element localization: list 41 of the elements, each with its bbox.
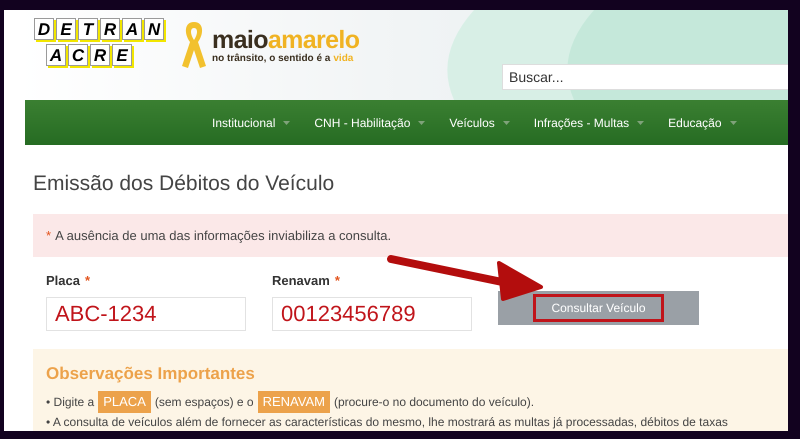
nav-item[interactable]: Infrações - Multas (534, 114, 630, 132)
notes-title: Observações Importantes (46, 362, 256, 384)
logo-letter: E (112, 44, 132, 66)
note-text: (sem espaços) e o (154, 394, 254, 411)
search-field[interactable]: Buscar... (502, 64, 788, 90)
logo-letter: R (90, 44, 110, 66)
page-title: Emissão dos Débitos do Veículo (33, 173, 336, 194)
logo-letter: T (78, 18, 98, 40)
campaign-tagline: no trânsito, o sentido é a (212, 54, 330, 64)
required-mark: * (46, 226, 52, 245)
logo-letter: A (122, 18, 142, 40)
logo-letter: N (144, 18, 164, 40)
campaign-word: amarelo (268, 28, 360, 53)
caret-icon (637, 120, 644, 124)
text-field[interactable]: ABC-1234 (46, 296, 246, 330)
nav-item[interactable]: Veículos (449, 114, 495, 132)
nav-item[interactable]: CNH - Habilitação (314, 114, 410, 132)
note-text: (procure-o no documento do veículo). (334, 394, 534, 411)
required-mark: * (334, 272, 340, 290)
caret-icon (730, 120, 737, 124)
logo-letter: R (100, 18, 120, 40)
text-field[interactable]: 00123456789 (272, 296, 472, 330)
logo-letter: D (34, 18, 54, 40)
nav-item[interactable]: Educação (668, 114, 722, 132)
field-label: Placa (46, 272, 80, 290)
logo-letter: C (68, 44, 88, 66)
note-text: • Digite a (46, 394, 94, 411)
required-mark: * (84, 272, 90, 290)
caret-icon (418, 120, 426, 124)
caret-icon (502, 120, 510, 124)
field-label: Renavam (272, 272, 330, 290)
campaign-tagline-highlight: vida (333, 54, 354, 64)
note-text: • A consulta de veículos além de fornecer as características do mesmo, lhe mostrará as multas já processadas, débitos de taxas (46, 414, 728, 431)
campaign-word: maio (212, 28, 268, 53)
logo-letter: A (46, 44, 66, 66)
highlight-badge: RENAVAM (258, 391, 330, 413)
caret-icon (283, 120, 290, 124)
highlight-badge: PLACA (98, 391, 151, 413)
nav-item[interactable]: Institucional (212, 114, 276, 132)
logo-letter: E (56, 18, 76, 40)
alert-text: A ausência de uma das informações inviabiliza a consulta. (55, 226, 392, 245)
